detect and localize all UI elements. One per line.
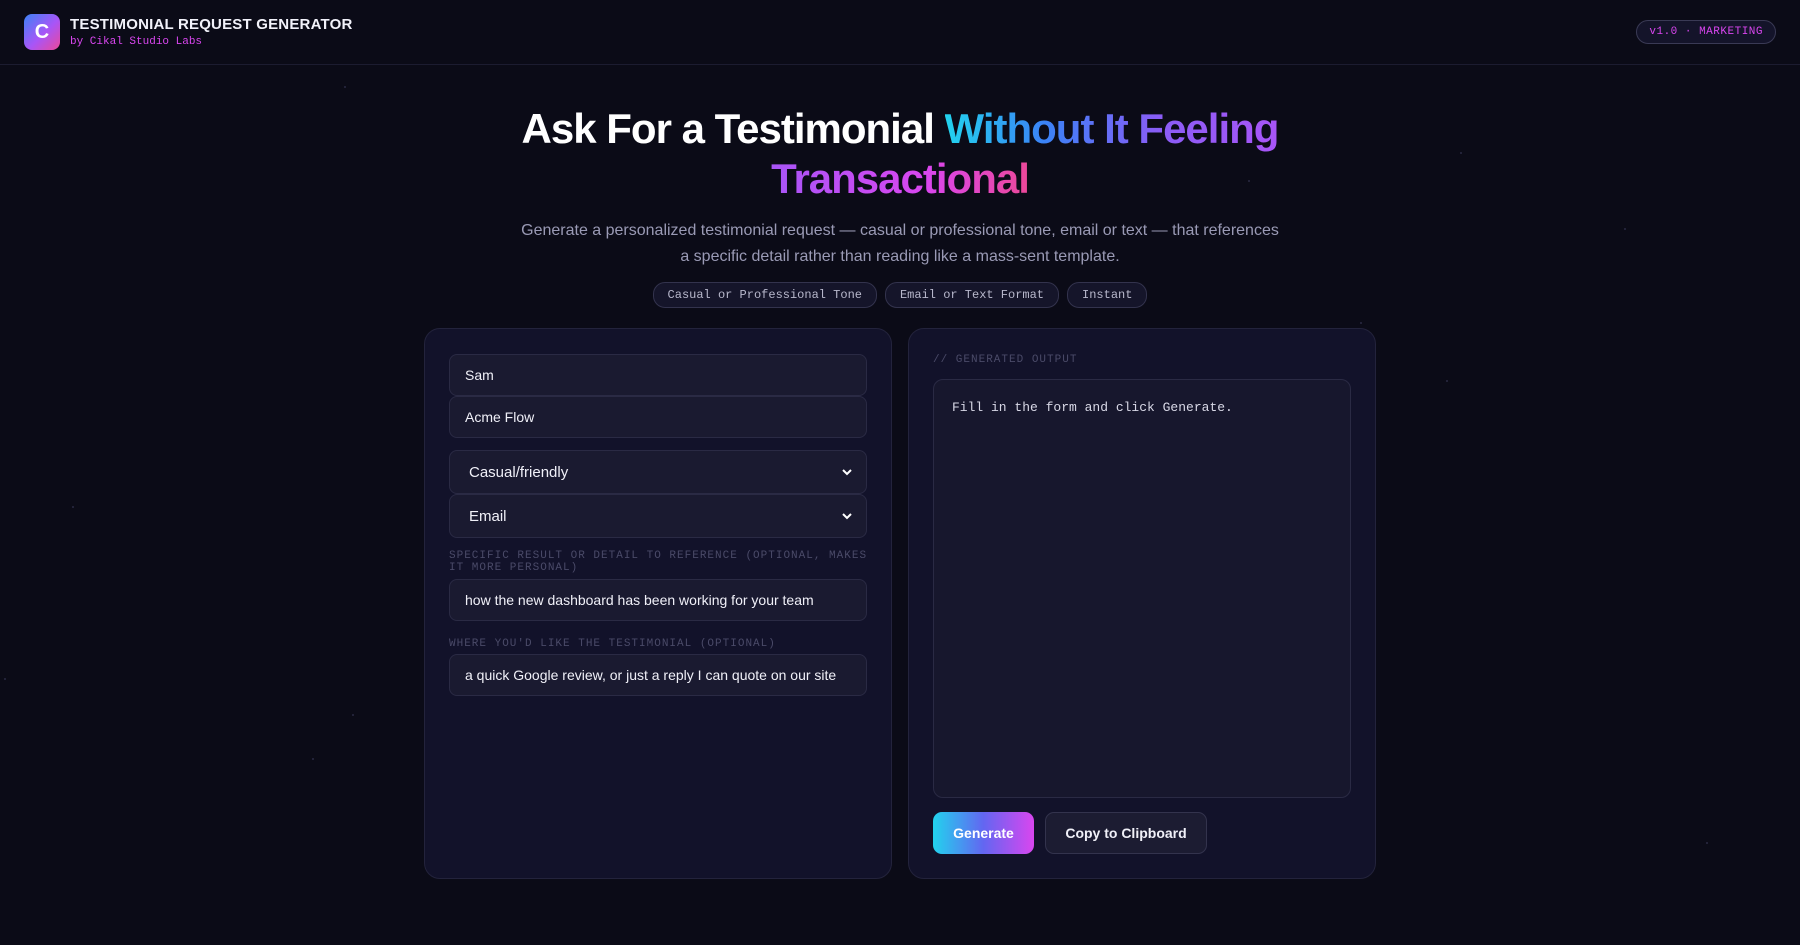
product-name-input[interactable]: Acme Flow bbox=[449, 396, 867, 438]
format-select[interactable]: Email bbox=[449, 494, 867, 538]
where-value: a quick Google review, or just a reply I… bbox=[465, 667, 837, 683]
brand-block: TESTIMONIAL REQUEST GENERATOR by Cikal S… bbox=[70, 16, 353, 48]
customer-name-value: Sam bbox=[465, 367, 494, 383]
output-textarea[interactable]: Fill in the form and click Generate. bbox=[933, 379, 1351, 798]
tag-instant: Instant bbox=[1067, 282, 1148, 308]
app-header: C TESTIMONIAL REQUEST GENERATOR by Cikal… bbox=[0, 0, 1800, 65]
version-badge: v1.0 · MARKETING bbox=[1636, 20, 1776, 44]
output-panel: // GENERATED OUTPUT Fill in the form and… bbox=[908, 328, 1376, 879]
chevron-down-icon bbox=[842, 513, 852, 520]
product-name-value: Acme Flow bbox=[465, 409, 535, 425]
detail-label: SPECIFIC RESULT OR DETAIL TO REFERENCE (… bbox=[449, 550, 868, 574]
feature-tags: Casual or Professional Tone Email or Tex… bbox=[0, 282, 1800, 308]
detail-value: how the new dashboard has been working f… bbox=[465, 592, 814, 608]
chevron-down-icon bbox=[842, 469, 852, 476]
hero-title-gradient-1: Without It Feeling bbox=[944, 105, 1280, 152]
generate-button[interactable]: Generate bbox=[933, 812, 1034, 854]
tone-selected-value: Casual/friendly bbox=[469, 463, 569, 481]
tag-format: Email or Text Format bbox=[884, 282, 1060, 308]
form-panel: Sam Acme Flow Casual/friendly Email SPEC… bbox=[424, 328, 892, 879]
customer-name-input[interactable]: Sam bbox=[449, 354, 867, 396]
output-placeholder: Fill in the form and click Generate. bbox=[952, 400, 1233, 415]
logo-letter: C bbox=[34, 20, 50, 43]
tone-select[interactable]: Casual/friendly bbox=[449, 450, 867, 494]
app-logo: C bbox=[24, 14, 60, 50]
hero-title-gradient-2: Transactional bbox=[771, 155, 1030, 202]
detail-input[interactable]: how the new dashboard has been working f… bbox=[449, 579, 867, 621]
where-label: WHERE YOU'D LIKE THE TESTIMONIAL (OPTION… bbox=[449, 638, 776, 650]
app-subtitle: by Cikal Studio Labs bbox=[70, 36, 203, 48]
hero-section: Ask For a Testimonial Without It Feeling… bbox=[0, 104, 1800, 308]
output-label: // GENERATED OUTPUT bbox=[933, 354, 1078, 366]
format-selected-value: Email bbox=[469, 507, 507, 525]
tag-tone: Casual or Professional Tone bbox=[652, 282, 877, 308]
hero-title: Ask For a Testimonial Without It Feeling… bbox=[0, 104, 1800, 204]
copy-to-clipboard-button[interactable]: Copy to Clipboard bbox=[1045, 812, 1207, 854]
where-input[interactable]: a quick Google review, or just a reply I… bbox=[449, 654, 867, 696]
hero-description: Generate a personalized testimonial requ… bbox=[521, 222, 1279, 265]
app-title: TESTIMONIAL REQUEST GENERATOR bbox=[70, 16, 353, 33]
hero-title-plain: Ask For a Testimonial bbox=[521, 105, 945, 152]
